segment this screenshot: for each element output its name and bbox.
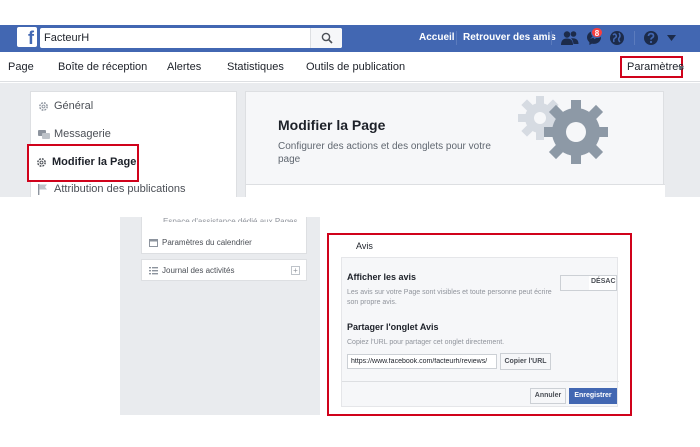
share-tab-label: Partager l'onglet Avis [347,322,439,332]
friends-icon[interactable] [561,30,579,46]
sidebar-item-label: Modifier la Page [52,156,137,168]
page-subtitle: Configurer des actions et des onglets po… [278,141,491,165]
page-title: Modifier la Page [278,117,386,133]
divider [634,31,635,45]
nav-insights[interactable]: Statistiques [227,61,284,73]
divider [342,381,619,382]
share-tab-description: Copiez l'URL pour partager cet onglet di… [347,339,505,346]
nav-publishing-tools[interactable]: Outils de publication [306,61,405,73]
sidebar-item-label: Attribution des publications [54,183,186,195]
search-button[interactable] [310,28,342,48]
reviews-section: Avis Afficher les avis Les avis sur votr… [327,233,632,416]
search-input[interactable] [40,28,315,48]
lower-sidebar: Espace d'assistance dédié aux Pages Para… [141,217,307,254]
nav-page[interactable]: Page [8,61,34,73]
gear-icon [37,158,46,167]
nav-inbox[interactable]: Boîte de réception [58,61,147,73]
show-reviews-description: Les avis sur votre Page sont visibles et… [347,289,552,306]
reviews-url-field[interactable] [347,354,497,369]
page-navigation: Page Boîte de réception Alertes Statisti… [0,52,700,82]
divider [456,31,457,45]
facebook-logo[interactable]: f [17,27,37,47]
sidebar-item-activity-log: Journal des activités [162,266,235,275]
search-icon [321,32,333,44]
sidebar-item-calendar-settings[interactable]: Paramètres du calendrier [162,238,252,247]
flag-icon [38,184,47,195]
save-button[interactable]: Enregistrer [569,388,617,404]
chat-icon [38,130,50,139]
nav-settings[interactable]: Paramètres [627,61,684,73]
help-icon[interactable] [643,30,659,46]
gear-icon [39,102,48,111]
sidebar-item-label: Général [54,100,94,112]
activity-log-item[interactable]: Journal des activités + [141,259,307,281]
top-navigation-bar: f Accueil Retrouver des amis 8 [0,25,700,52]
expand-icon[interactable]: + [291,266,300,275]
sidebar-item-label: Messagerie [54,128,111,140]
search-box [40,28,342,48]
gears-icon [518,96,608,164]
nav-settings-highlight[interactable]: Paramètres [620,56,684,78]
card-divider [246,184,665,198]
nav-notifications[interactable]: Alertes [167,61,201,73]
sidebar-item-edit-page[interactable]: Modifier la Page [27,144,139,182]
divider [551,31,552,45]
edit-page-header: Modifier la Page Configurer des actions … [245,91,665,198]
list-icon [149,267,158,275]
toggle-state: DÉSAC [591,278,616,285]
globe-icon[interactable] [609,30,625,46]
reviews-heading: Avis [356,241,373,251]
reviews-toggle[interactable]: DÉSAC [560,275,617,291]
show-reviews-label: Afficher les avis [347,272,417,282]
notification-badge: 8 [591,27,603,38]
sidebar-item-page-support[interactable]: Espace d'assistance dédié aux Pages [163,217,298,222]
cancel-button[interactable]: Annuler [530,388,566,404]
caret-icon[interactable] [667,35,676,41]
copy-url-button[interactable]: Copier l'URL [500,353,551,370]
reviews-panel: Afficher les avis Les avis sur votre Pag… [341,257,619,407]
find-friends-link[interactable]: Retrouver des amis [463,32,556,43]
home-link[interactable]: Accueil [419,32,455,43]
sidebar-item-general[interactable]: Général [31,93,238,120]
toggle-knob [561,276,589,290]
chevron-down-icon[interactable] [678,66,684,70]
calendar-icon [149,239,158,247]
